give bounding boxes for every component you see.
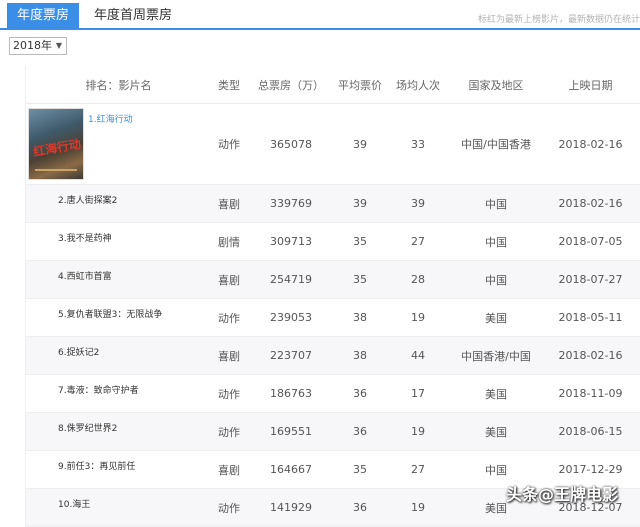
movie-type: 动作	[218, 311, 240, 325]
movie-release-date: 2018-07-05	[558, 235, 623, 248]
movie-country: 美国	[485, 311, 507, 325]
movie-type: 喜剧	[218, 463, 240, 477]
movie-avg-price: 39	[353, 197, 367, 210]
movie-gross: 164667	[270, 463, 312, 476]
movie-country: 中国	[485, 197, 507, 211]
watermark-logo: 头条@王牌电影	[506, 485, 619, 504]
movie-country: 中国	[485, 235, 507, 249]
movie-title-link[interactable]: 7.毒液：致命守护者	[58, 383, 139, 396]
movie-avg-price: 36	[353, 425, 367, 438]
header-avg-price: 平均票价	[338, 78, 382, 92]
movie-title-link[interactable]: 4.西虹市首富	[58, 269, 112, 282]
movie-release-date: 2018-02-16	[558, 137, 623, 151]
movie-avg-price: 36	[353, 387, 367, 400]
movie-audience: 28	[411, 273, 425, 286]
tab-annual-first-week[interactable]: 年度首周票房	[82, 3, 184, 29]
movie-title-link[interactable]: 10.海王	[58, 497, 90, 510]
table-row[interactable]: 3.我不是药神 剧情 309713 35 27 中国 2018-07-05	[26, 223, 640, 261]
movie-title-link[interactable]: 8.侏罗纪世界2	[58, 421, 117, 434]
movie-country: 美国	[485, 425, 507, 439]
table-row[interactable]: 5.复仇者联盟3：无限战争 动作 239053 38 19 美国 2018-05…	[26, 299, 640, 337]
year-select-value: 2018年	[13, 39, 52, 52]
movie-avg-price: 35	[353, 273, 367, 286]
movie-audience: 33	[411, 137, 425, 151]
movie-avg-price: 36	[353, 501, 367, 514]
movie-release-date: 2018-07-27	[558, 273, 623, 286]
movie-avg-price: 35	[353, 463, 367, 476]
movie-type: 动作	[218, 387, 240, 401]
movie-type: 剧情	[218, 235, 240, 249]
movie-type: 动作	[218, 138, 240, 151]
header-rank-title: 排名：影片名	[85, 78, 152, 92]
movie-title-link[interactable]: 9.前任3：再见前任	[58, 459, 135, 472]
movie-audience: 19	[411, 425, 425, 438]
movie-type: 喜剧	[218, 349, 240, 363]
movie-audience: 44	[411, 349, 425, 362]
movie-release-date: 2018-02-16	[558, 197, 623, 210]
header-gross: 总票房（万）	[258, 78, 324, 92]
movie-country: 中国	[485, 273, 507, 287]
movie-release-date: 2018-11-09	[558, 387, 623, 400]
movie-poster[interactable]: 红海行动	[28, 108, 84, 180]
table-row[interactable]: 红海行动 1.红海行动 动作 365078 39 33 中国/中国香港 2018…	[26, 104, 640, 185]
movie-release-date: 2018-06-15	[558, 425, 623, 438]
movie-audience: 17	[411, 387, 425, 400]
year-select[interactable]: 2018年 ▼	[9, 37, 67, 55]
movie-title-link[interactable]: 3.我不是药神	[58, 231, 112, 244]
movie-gross: 169551	[270, 425, 312, 438]
box-office-table: 排名：影片名 类型 总票房（万） 平均票价 场均人次 国家及地区 上映日期 红海…	[25, 66, 640, 527]
movie-audience: 39	[411, 197, 425, 210]
header-country: 国家及地区	[468, 78, 524, 92]
movie-gross: 365078	[270, 137, 312, 151]
table-row[interactable]: 7.毒液：致命守护者 动作 186763 36 17 美国 2018-11-09	[26, 375, 640, 413]
movie-audience: 19	[411, 311, 425, 324]
header-audience: 场均人次	[396, 78, 440, 92]
chevron-down-icon: ▼	[55, 41, 62, 50]
movie-country: 中国香港/中国	[461, 349, 531, 363]
movie-gross: 309713	[270, 235, 312, 248]
movie-gross: 223707	[270, 349, 312, 362]
movie-avg-price: 35	[353, 235, 367, 248]
movie-type: 喜剧	[218, 197, 240, 211]
movie-gross: 254719	[270, 273, 312, 286]
tab-annual-box-office[interactable]: 年度票房	[7, 3, 79, 29]
movie-title-link[interactable]: 6.捉妖记2	[58, 345, 99, 358]
poster-title: 红海行动	[32, 136, 82, 160]
movie-gross: 339769	[270, 197, 312, 210]
update-note: 标红为最新上榜影片，最新数据仍在统计	[477, 15, 640, 25]
header-release-date: 上映日期	[568, 78, 613, 92]
movie-audience: 27	[411, 463, 425, 476]
table-row[interactable]: 8.侏罗纪世界2 动作 169551 36 19 美国 2018-06-15	[26, 413, 640, 451]
table-row[interactable]: 4.西虹市首富 喜剧 254719 35 28 中国 2018-07-27	[26, 261, 640, 299]
movie-avg-price: 38	[353, 349, 367, 362]
header-type: 类型	[218, 78, 240, 92]
movie-avg-price: 39	[353, 137, 367, 151]
movie-audience: 19	[411, 501, 425, 514]
table-header-row: 排名：影片名 类型 总票房（万） 平均票价 场均人次 国家及地区 上映日期	[26, 66, 640, 104]
table-row[interactable]: 6.捉妖记2 喜剧 223707 38 44 中国香港/中国 2018-02-1…	[26, 337, 640, 375]
movie-release-date: 2018-05-11	[558, 311, 623, 324]
movie-title-link[interactable]: 2.唐人街探案2	[58, 193, 117, 206]
movie-gross: 141929	[270, 501, 312, 514]
movie-type: 喜剧	[218, 273, 240, 287]
movie-gross: 239053	[270, 311, 312, 324]
movie-country: 美国	[485, 387, 507, 401]
movie-type: 动作	[218, 425, 240, 439]
poster-decoration	[35, 169, 77, 171]
movie-title-link[interactable]: 5.复仇者联盟3：无限战争	[58, 307, 162, 320]
movie-audience: 27	[411, 235, 425, 248]
movie-release-date: 2018-02-16	[558, 349, 623, 362]
movie-title-link[interactable]: 1.红海行动	[88, 112, 133, 125]
table-row[interactable]: 2.唐人街探案2 喜剧 339769 39 39 中国 2018-02-16	[26, 185, 640, 223]
movie-avg-price: 38	[353, 311, 367, 324]
movie-country: 中国/中国香港	[461, 138, 531, 151]
movie-type: 动作	[218, 501, 240, 515]
movie-gross: 186763	[270, 387, 312, 400]
